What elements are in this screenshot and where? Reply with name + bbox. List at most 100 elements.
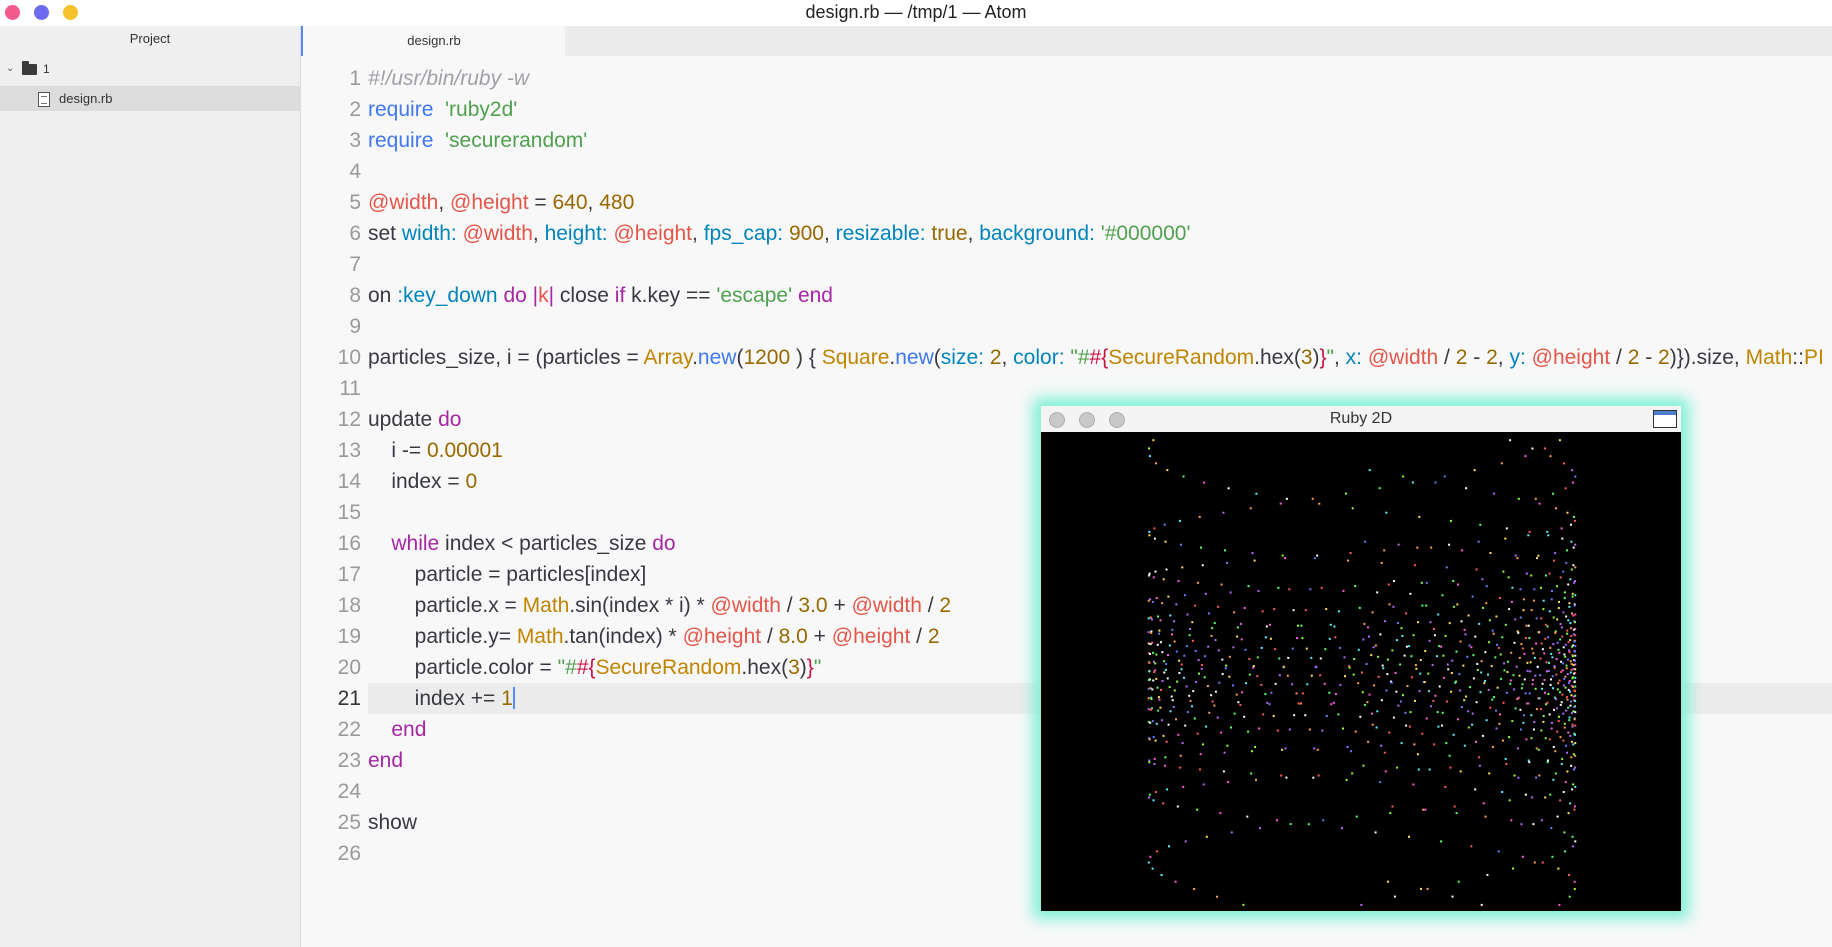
file-item-design-rb[interactable]: design.rb xyxy=(0,86,300,111)
particle xyxy=(1258,727,1261,730)
particle xyxy=(1526,661,1529,664)
line-number: 7 xyxy=(349,253,361,276)
particle xyxy=(1211,700,1214,703)
particle xyxy=(1542,608,1545,611)
particle xyxy=(1520,643,1523,646)
particle xyxy=(1409,592,1412,595)
particle xyxy=(1276,819,1278,822)
code-line[interactable]: #!/usr/bin/ruby -w xyxy=(368,63,1832,94)
particle xyxy=(1313,557,1316,560)
particle xyxy=(1568,602,1571,605)
code-line[interactable]: @width, @height = 640, 480 xyxy=(368,187,1832,218)
code-token: 480 xyxy=(599,191,635,214)
code-token: particle.color = xyxy=(368,656,558,679)
code-token: set xyxy=(368,222,402,245)
particle xyxy=(1538,774,1541,777)
particle xyxy=(1362,764,1365,767)
particle xyxy=(1214,690,1217,693)
project-root-folder[interactable]: ⌄ 1 xyxy=(0,58,300,80)
particle xyxy=(1538,697,1541,700)
particle xyxy=(1155,462,1157,465)
particle xyxy=(1191,705,1193,708)
particle xyxy=(1481,578,1484,581)
particle xyxy=(1256,656,1259,659)
particle xyxy=(1557,682,1560,685)
particle xyxy=(1383,751,1386,754)
particle xyxy=(1337,610,1340,613)
code-line[interactable] xyxy=(368,373,1832,404)
particle xyxy=(1218,681,1221,684)
particle xyxy=(1176,680,1179,683)
particle xyxy=(1370,654,1373,657)
particle xyxy=(1531,447,1534,450)
particle xyxy=(1522,609,1525,612)
window-restore-icon[interactable] xyxy=(1653,410,1677,428)
particle xyxy=(1557,607,1560,609)
particle xyxy=(1546,761,1549,764)
particle xyxy=(1502,739,1504,742)
code-token: 'ruby2d' xyxy=(445,98,518,121)
particle xyxy=(1541,648,1544,651)
particle xyxy=(1299,702,1302,705)
code-line[interactable]: require 'securerandom' xyxy=(368,125,1832,156)
particle xyxy=(1497,646,1500,649)
code-token: } xyxy=(1319,346,1327,369)
code-token: y: xyxy=(1509,346,1526,369)
particle xyxy=(1213,704,1216,707)
particle xyxy=(1451,659,1454,662)
particle xyxy=(1453,805,1456,808)
code-line[interactable] xyxy=(368,311,1832,342)
code-token: / xyxy=(1610,346,1628,369)
particle xyxy=(1232,646,1235,649)
particle xyxy=(1553,708,1555,711)
code-line[interactable]: particles_size, i = (particles = Array.n… xyxy=(368,342,1832,373)
particle xyxy=(1484,651,1487,654)
particle xyxy=(1499,713,1501,716)
tab-design-rb[interactable]: design.rb xyxy=(301,26,565,56)
particle xyxy=(1535,642,1538,645)
particle xyxy=(1386,673,1389,676)
particle xyxy=(1174,880,1177,883)
particle xyxy=(1564,655,1567,658)
code-token: on xyxy=(368,284,398,307)
particle xyxy=(1566,658,1569,661)
particle xyxy=(1530,737,1533,740)
particle xyxy=(1239,703,1242,706)
particle xyxy=(1236,635,1239,638)
particle xyxy=(1560,701,1563,704)
particle xyxy=(1534,674,1537,677)
particle xyxy=(1387,583,1390,586)
particle xyxy=(1343,656,1346,659)
code-line[interactable] xyxy=(368,156,1832,187)
code-line[interactable]: require 'ruby2d' xyxy=(368,94,1832,125)
particle xyxy=(1393,895,1396,898)
particle xyxy=(1436,655,1438,658)
particle xyxy=(1560,660,1563,663)
particle xyxy=(1460,706,1463,708)
particle xyxy=(1525,738,1528,741)
particle xyxy=(1242,903,1245,906)
particle xyxy=(1496,643,1499,646)
particle xyxy=(1374,644,1377,647)
particle xyxy=(1168,644,1171,647)
code-line[interactable]: on :key_down do |k| close if k.key == 'e… xyxy=(368,280,1832,311)
code-token: , xyxy=(823,222,836,245)
particle xyxy=(1246,815,1249,818)
particle xyxy=(1520,687,1523,690)
particle xyxy=(1571,725,1574,728)
particle xyxy=(1232,684,1234,687)
particle xyxy=(1158,698,1161,701)
particle xyxy=(1389,812,1392,815)
particle xyxy=(1413,564,1416,567)
particle xyxy=(1506,671,1509,673)
particle xyxy=(1424,808,1427,811)
particle xyxy=(1548,713,1551,716)
particle xyxy=(1570,523,1572,526)
code-line[interactable] xyxy=(368,249,1832,280)
particle xyxy=(1240,638,1243,641)
code-line[interactable]: set width: @width, height: @height, fps_… xyxy=(368,218,1832,249)
particle xyxy=(1184,724,1187,727)
particle xyxy=(1379,781,1382,784)
code-token: + xyxy=(807,625,832,648)
particle xyxy=(1572,783,1575,786)
